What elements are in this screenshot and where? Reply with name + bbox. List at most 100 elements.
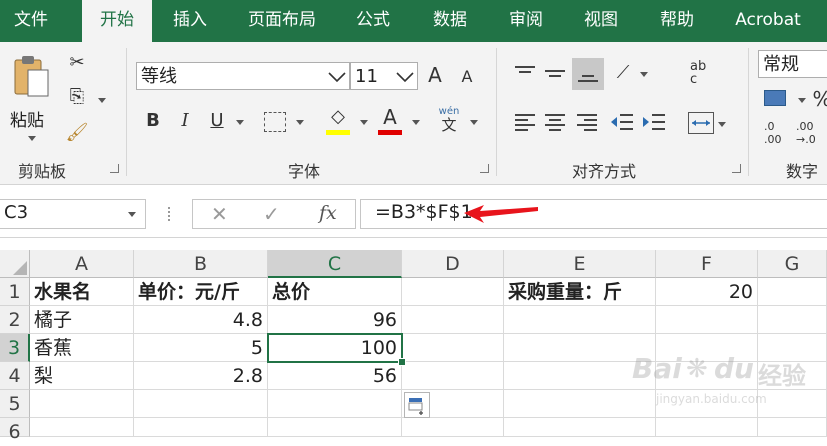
cell-f1[interactable]: 20 (656, 278, 758, 306)
cell-c5[interactable] (268, 390, 402, 418)
row-header-4[interactable]: 4 (0, 362, 30, 390)
bottom-align-button[interactable] (572, 58, 604, 90)
formula-input[interactable]: =B3*$F$1 (360, 199, 827, 229)
cell-c4[interactable]: 56 (268, 362, 402, 390)
column-header-d[interactable]: D (402, 250, 504, 278)
cell-f2[interactable] (656, 306, 758, 334)
cell-a5[interactable] (30, 390, 134, 418)
cell-d3[interactable] (402, 334, 504, 362)
cell-c3[interactable]: 100 (268, 334, 402, 362)
cell-d6[interactable] (402, 418, 504, 437)
font-color-dropdown-icon[interactable] (412, 120, 420, 125)
accounting-format-icon[interactable] (764, 90, 786, 106)
row-header-3[interactable]: 3 (0, 334, 30, 362)
column-header-e[interactable]: E (504, 250, 656, 278)
tab-acrobat[interactable]: Acrobat (722, 0, 814, 42)
shrink-font-button[interactable]: A (456, 64, 478, 90)
enter-icon[interactable]: ✓ (263, 202, 280, 226)
accounting-dropdown-icon[interactable] (798, 98, 806, 103)
insert-function-icon[interactable]: fx (319, 202, 337, 224)
phonetic-dropdown-icon[interactable] (470, 120, 478, 125)
font-size-combo[interactable]: 11 (350, 62, 418, 90)
row-header-2[interactable]: 2 (0, 306, 30, 334)
grow-font-button[interactable]: A (424, 62, 446, 88)
clipboard-launcher-icon[interactable] (110, 164, 119, 173)
cell-b5[interactable] (134, 390, 268, 418)
tab-file[interactable]: 文件 (0, 0, 62, 42)
formula-bar-grip[interactable] (168, 207, 172, 221)
align-right-icon[interactable] (576, 112, 598, 132)
select-all-corner[interactable] (0, 250, 30, 278)
borders-dropdown-icon[interactable] (296, 120, 304, 125)
top-align-icon[interactable] (514, 64, 536, 82)
row-header-1[interactable]: 1 (0, 278, 30, 306)
column-header-f[interactable]: F (656, 250, 758, 278)
tab-page-layout[interactable]: 页面布局 (236, 0, 328, 42)
bold-button[interactable]: B (142, 108, 164, 134)
align-center-icon[interactable] (544, 112, 566, 132)
column-header-b[interactable]: B (134, 250, 268, 278)
name-box-dropdown-icon[interactable] (128, 212, 136, 217)
cell-g6[interactable] (758, 418, 827, 437)
copy-icon[interactable]: ⎘ (64, 84, 90, 110)
orientation-icon[interactable]: ⟋ (610, 60, 636, 86)
percent-button[interactable]: % (812, 86, 827, 112)
font-launcher-icon[interactable] (480, 164, 489, 173)
font-color-button[interactable]: A (378, 104, 402, 130)
cell-a4[interactable]: 梨 (30, 362, 134, 390)
row-header-6[interactable]: 6 (0, 418, 30, 443)
cell-c2[interactable]: 96 (268, 306, 402, 334)
cell-f6[interactable] (656, 418, 758, 437)
tab-insert[interactable]: 插入 (158, 0, 222, 42)
decrease-decimal-button[interactable]: .00 →.0 (796, 120, 826, 150)
align-left-icon[interactable] (514, 112, 536, 132)
tab-view[interactable]: 视图 (570, 0, 632, 42)
tab-help[interactable]: 帮助 (646, 0, 708, 42)
fill-color-icon[interactable]: ◇ (326, 104, 350, 130)
increase-indent-icon[interactable] (642, 112, 666, 132)
cell-d1[interactable] (402, 278, 504, 306)
tab-home[interactable]: 开始 (82, 0, 152, 42)
cell-e1[interactable]: 采购重量：斤 (504, 278, 656, 306)
cell-d2[interactable] (402, 306, 504, 334)
cut-icon[interactable]: ✂ (64, 50, 90, 76)
merge-center-icon[interactable] (688, 112, 714, 134)
cell-a2[interactable]: 橘子 (30, 306, 134, 334)
underline-dropdown-icon[interactable] (236, 120, 244, 125)
cell-g2[interactable] (758, 306, 827, 334)
fill-color-dropdown-icon[interactable] (360, 120, 368, 125)
cell-c6[interactable] (268, 418, 402, 437)
format-painter-icon[interactable]: 🖌 (64, 120, 90, 146)
quick-options-button[interactable] (404, 392, 430, 418)
cell-b2[interactable]: 4.8 (134, 306, 268, 334)
increase-decimal-button[interactable]: .0 .00 (764, 120, 792, 150)
cell-e2[interactable] (504, 306, 656, 334)
italic-button[interactable]: I (174, 108, 196, 134)
cell-b6[interactable] (134, 418, 268, 437)
tab-review[interactable]: 审阅 (494, 0, 558, 42)
cell-g1[interactable] (758, 278, 827, 306)
cell-d4[interactable] (402, 362, 504, 390)
decrease-indent-icon[interactable] (610, 112, 634, 132)
cell-b1[interactable]: 单价：元/斤 (134, 278, 268, 306)
name-box[interactable]: C3 (0, 199, 146, 229)
copy-dropdown-icon[interactable] (98, 98, 106, 103)
borders-icon[interactable] (264, 112, 286, 132)
cancel-icon[interactable]: ✕ (211, 202, 228, 226)
phonetic-button[interactable]: wén 文 (436, 106, 462, 136)
cell-e6[interactable] (504, 418, 656, 437)
number-format-combo[interactable]: 常规 (758, 50, 827, 78)
alignment-launcher-icon[interactable] (732, 164, 741, 173)
underline-button[interactable]: U (206, 108, 228, 134)
paste-button[interactable]: 粘贴 (8, 52, 56, 148)
cell-b3[interactable]: 5 (134, 334, 268, 362)
middle-align-icon[interactable] (544, 64, 566, 82)
font-name-combo[interactable]: 等线 (136, 62, 350, 90)
merge-dropdown-icon[interactable] (718, 122, 726, 127)
wrap-text-button[interactable]: ab c (690, 60, 716, 94)
cell-a1[interactable]: 水果名 (30, 278, 134, 306)
cell-a6[interactable] (30, 418, 134, 437)
orientation-dropdown-icon[interactable] (640, 72, 648, 77)
cell-b4[interactable]: 2.8 (134, 362, 268, 390)
column-header-g[interactable]: G (758, 250, 827, 278)
